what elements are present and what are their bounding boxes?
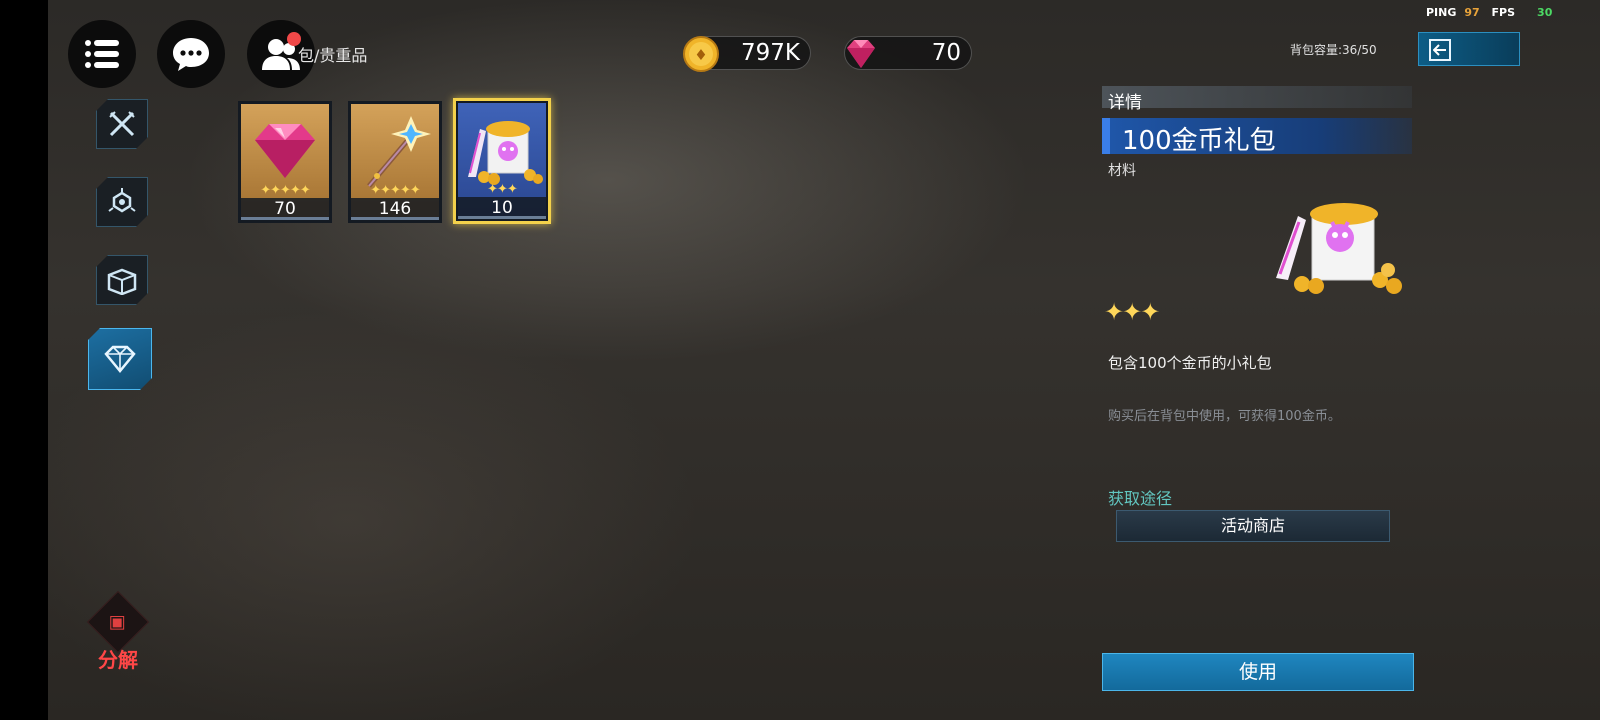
box-icon	[106, 265, 138, 295]
chat-icon	[173, 38, 209, 71]
item-stars: ✦✦✦✦✦	[370, 183, 420, 198]
inventory-slot-gem[interactable]: ✦✦✦✦✦ 70	[238, 101, 332, 223]
item-stars: ✦✦✦	[487, 182, 518, 197]
swords-icon	[107, 109, 137, 139]
item-count: 146	[351, 198, 439, 220]
item-name: 100金币礼包	[1122, 126, 1276, 156]
detail-stars: ✦✦✦	[1104, 298, 1160, 326]
gift-box-icon	[468, 121, 543, 185]
svg-text:♦: ♦	[694, 46, 707, 64]
item-description: 包含100个金币的小礼包	[1108, 354, 1272, 372]
decompose-button[interactable]: ▣ 分解	[86, 590, 150, 673]
breadcrumb: 包/贵重品	[298, 46, 368, 65]
fps-value: 30	[1537, 6, 1553, 19]
item-count: 70	[241, 198, 329, 220]
module-icon	[107, 187, 137, 217]
item-count: 10	[458, 197, 546, 219]
coin-icon: ♦	[683, 36, 719, 72]
ping-label: PING	[1426, 6, 1457, 19]
detail-header: 详情	[1102, 86, 1412, 113]
category-tab-modules[interactable]	[96, 177, 148, 227]
game-screen: 包/贵重品 ♦ 797K 70 PING 97 FPS 30 背包容量:36/50	[48, 0, 1600, 720]
item-art: ✦✦✦✦✦ 146	[351, 104, 439, 220]
inventory-slot-coin-pack[interactable]: ✦✦✦ 10	[453, 98, 551, 224]
item-stars: ✦✦✦✦✦	[260, 183, 310, 198]
category-tab-valuables[interactable]	[88, 328, 152, 390]
chat-button[interactable]	[157, 20, 225, 88]
ping-value: 97	[1464, 6, 1480, 19]
menu-button[interactable]	[68, 20, 136, 88]
coin-balance: ♦ 797K	[683, 36, 811, 72]
diamond-icon	[102, 344, 138, 374]
event-shop-button[interactable]: 活动商店	[1116, 510, 1390, 542]
category-tab-weapons[interactable]	[96, 99, 148, 149]
item-art: ✦✦✦ 10	[458, 103, 546, 219]
category-tab-boxes[interactable]	[96, 255, 148, 305]
item-name-bar: 100金币礼包	[1102, 118, 1412, 156]
source-label: 获取途径	[1108, 489, 1173, 508]
gem-icon	[255, 124, 315, 178]
coin-amount: 797K	[741, 40, 800, 66]
item-usage-note: 购买后在背包中使用，可获得100金币。	[1108, 409, 1341, 424]
bag-capacity: 背包容量:36/50	[1290, 43, 1377, 57]
performance-readout: PING 97 FPS 30	[1426, 6, 1560, 19]
gem-amount: 70	[931, 40, 961, 66]
gem-balance: 70	[844, 36, 972, 70]
arrow-left-icon	[1429, 39, 1451, 61]
fps-label: FPS	[1491, 6, 1516, 19]
menu-icon	[85, 40, 119, 68]
gem-icon	[847, 40, 875, 68]
use-button[interactable]: 使用	[1102, 653, 1414, 691]
inventory-slot-staff[interactable]: ✦✦✦✦✦ 146	[348, 101, 442, 223]
detail-header-label: 详情	[1108, 93, 1142, 113]
item-type: 材料	[1108, 163, 1136, 179]
gift-box-icon	[1276, 203, 1402, 294]
item-art: ✦✦✦✦✦ 70	[241, 104, 329, 220]
back-button[interactable]	[1418, 32, 1520, 66]
